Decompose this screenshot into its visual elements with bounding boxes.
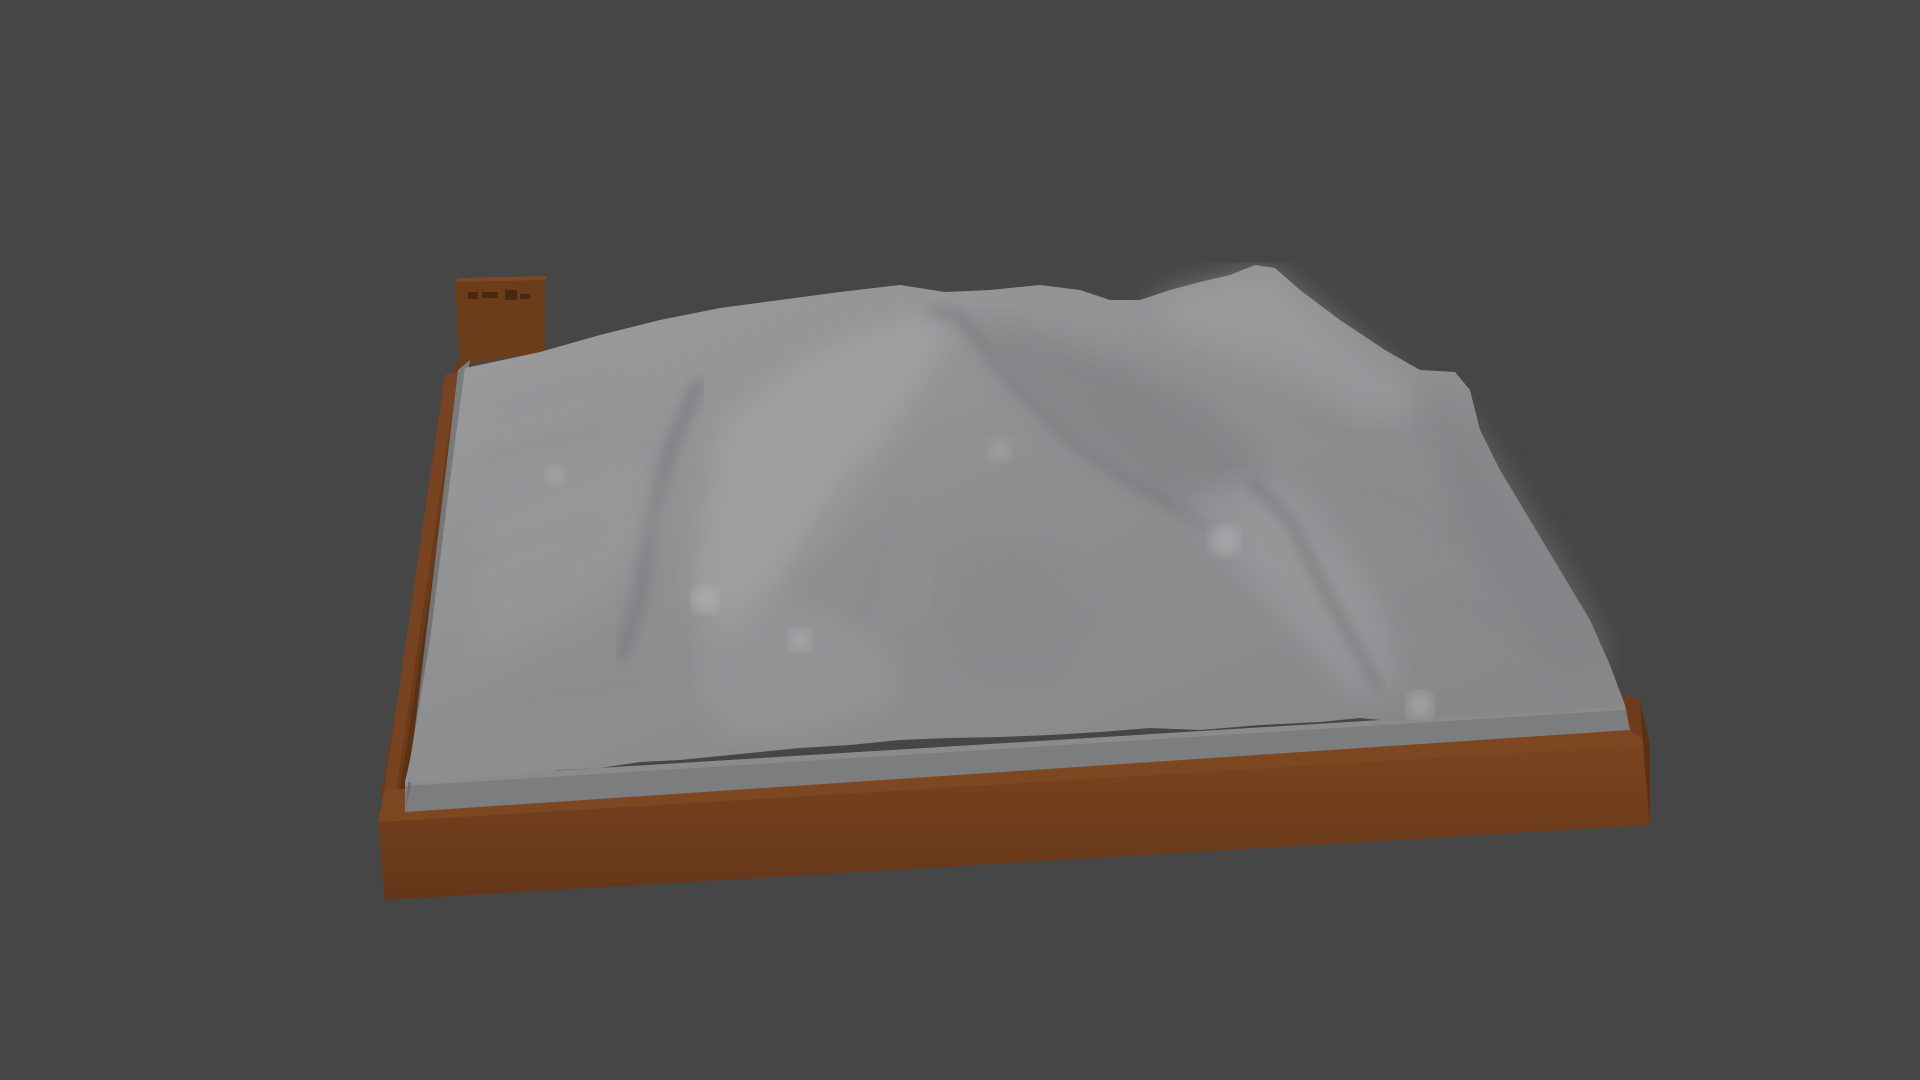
terrain-scene — [378, 265, 1650, 900]
terrain-block — [405, 265, 1630, 812]
3d-viewport[interactable] — [0, 0, 1920, 1080]
